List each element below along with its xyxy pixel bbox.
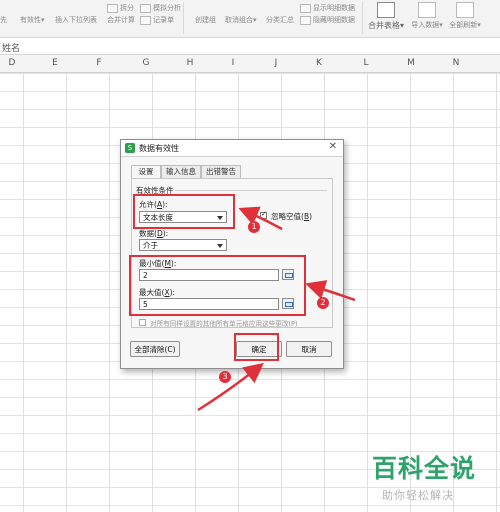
- step-badge-3: 3: [219, 371, 231, 383]
- watermark-sub: 助你轻松解决: [382, 489, 454, 502]
- watermark-main: 百科全说: [372, 454, 477, 483]
- annotation-arrows: [197, 206, 356, 412]
- step-badge-2: 2: [317, 297, 329, 309]
- arrow-2: [305, 280, 356, 302]
- step-badge-1: 1: [248, 221, 260, 233]
- watermark: 百科全说 助你轻松解决: [372, 449, 476, 503]
